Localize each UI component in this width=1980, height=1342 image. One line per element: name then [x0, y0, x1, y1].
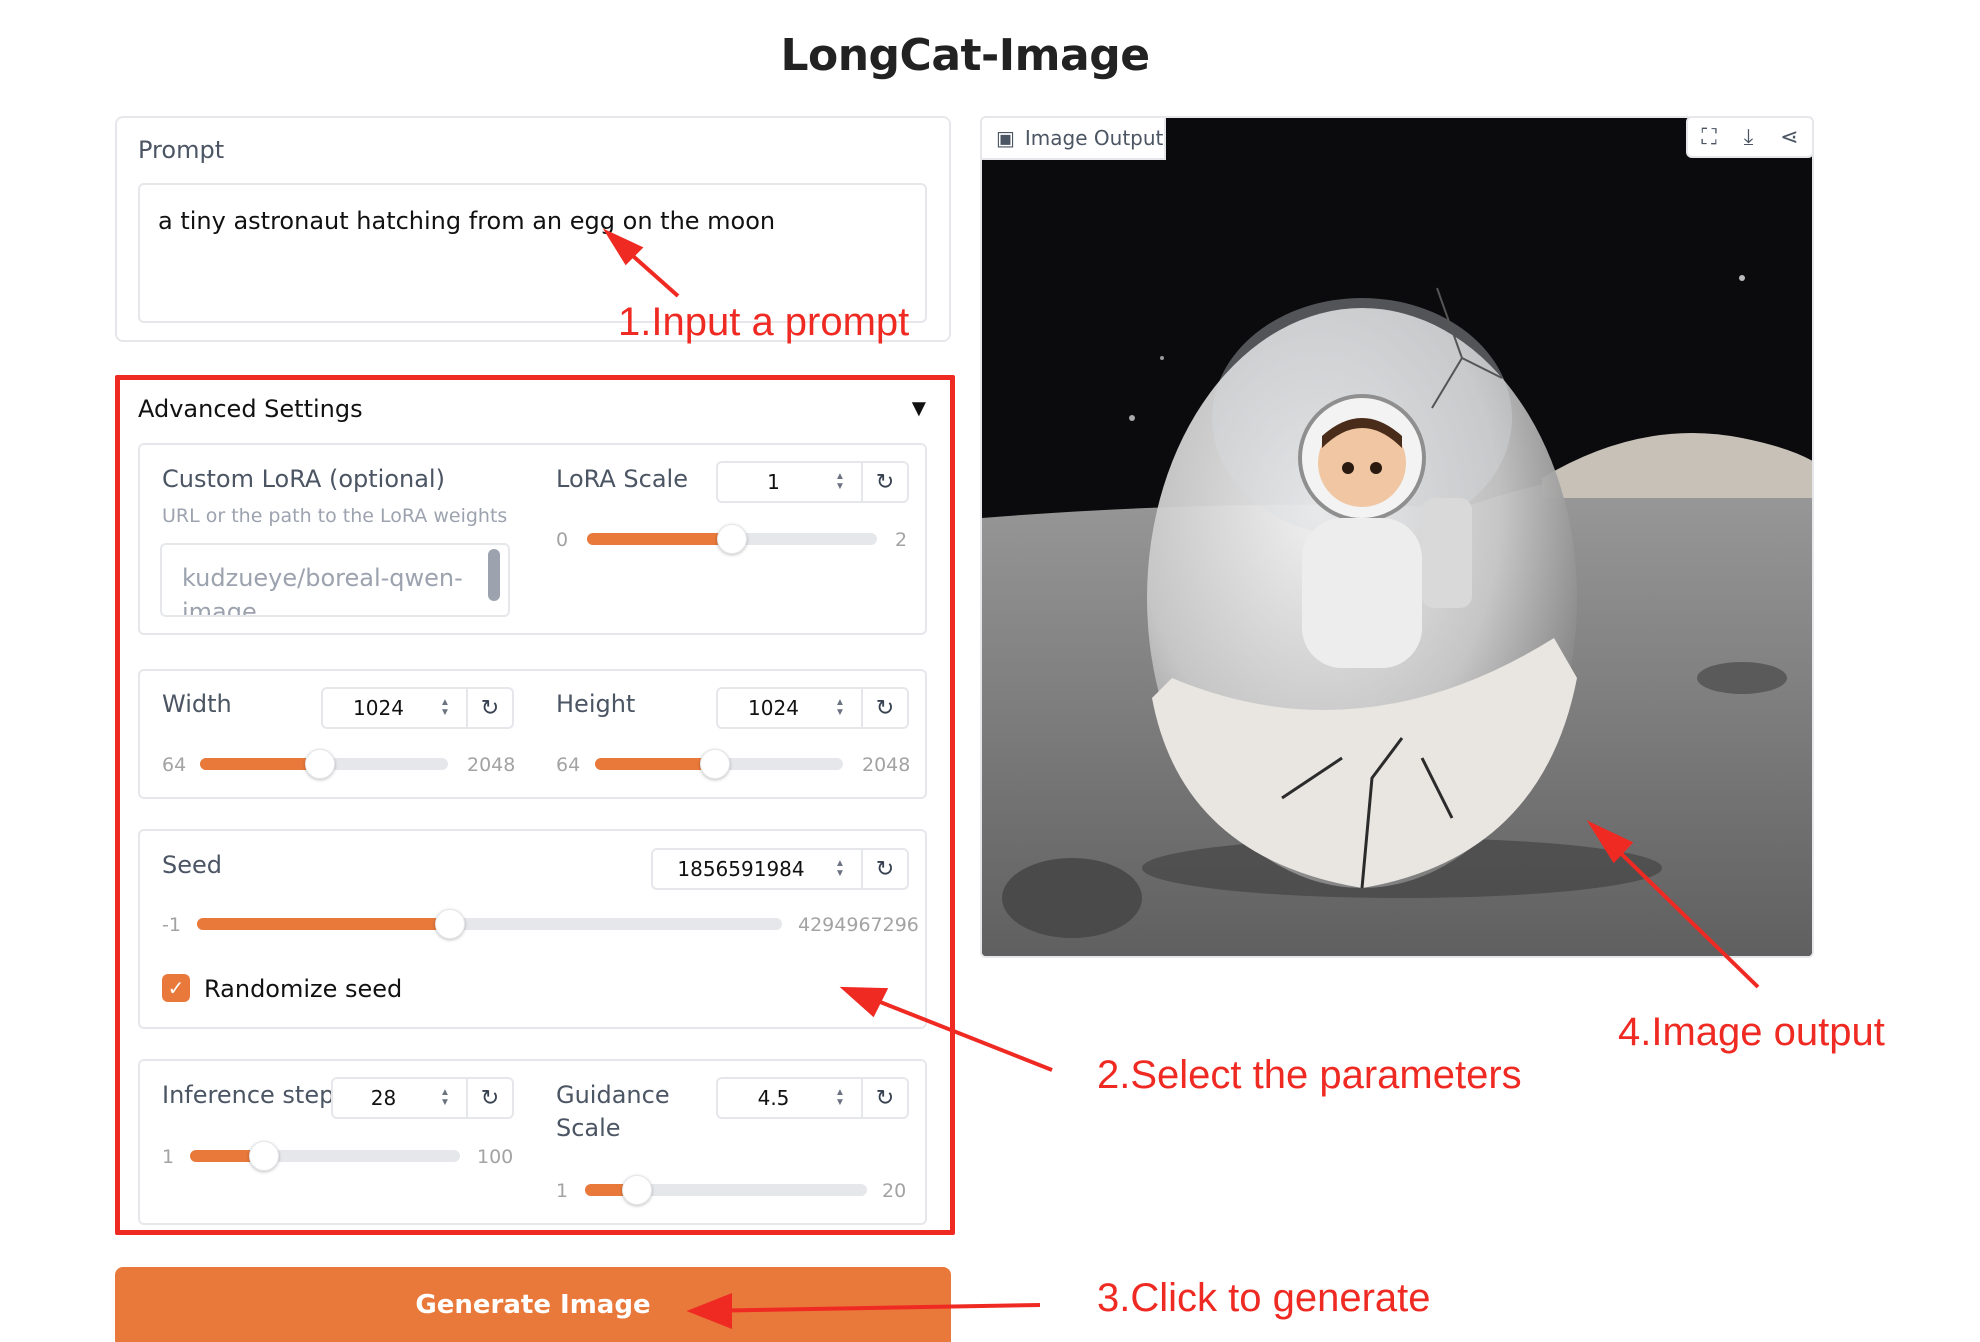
prompt-label: Prompt: [138, 136, 225, 164]
seed-label: Seed: [162, 851, 222, 879]
slider-thumb[interactable]: [248, 1141, 279, 1171]
width-max: 2048: [467, 754, 516, 776]
fullscreen-icon[interactable]: ⛶: [1701, 124, 1716, 150]
reset-icon[interactable]: ↻: [861, 1079, 907, 1117]
image-output: [980, 116, 1814, 958]
reset-icon[interactable]: ↻: [861, 463, 907, 501]
lora-input[interactable]: kudzueye/boreal-qwen-image: [160, 543, 510, 617]
lora-scale-number[interactable]: 1 ▲ ▼ ↻: [716, 461, 909, 503]
generated-image: [982, 118, 1812, 956]
lora-scale-value: 1: [767, 470, 780, 494]
spinner-icon[interactable]: ▲ ▼: [829, 472, 851, 492]
steps-min: 1: [162, 1146, 175, 1168]
steps-number[interactable]: 28 ▲ ▼ ↻: [331, 1077, 514, 1119]
width-value: 1024: [353, 696, 404, 720]
lora-scale-slider[interactable]: [587, 524, 877, 554]
image-output-tab: ▣ Image Output: [980, 116, 1166, 160]
image-output-label: Image Output: [1024, 126, 1164, 150]
reset-icon[interactable]: ↻: [466, 1079, 512, 1117]
slider-thumb[interactable]: [700, 749, 731, 779]
slider-fill: [197, 918, 450, 930]
height-value: 1024: [748, 696, 799, 720]
width-label: Width: [162, 690, 232, 718]
lora-scale-label: LoRA Scale: [556, 465, 688, 493]
image-toolbar: ⛶ ⤓ ⋖: [1686, 116, 1814, 158]
guidance-label-line1: Guidance: [556, 1081, 670, 1109]
seed-min: -1: [162, 914, 181, 936]
height-min: 64: [556, 754, 581, 776]
guidance-slider[interactable]: [585, 1175, 867, 1205]
reset-icon[interactable]: ↻: [861, 689, 907, 727]
randomize-seed-checkbox[interactable]: ✓: [162, 974, 190, 1002]
seed-number[interactable]: 1856591984 ▲ ▼ ↻: [651, 848, 909, 890]
app-title: LongCat-Image: [780, 30, 1150, 81]
spinner-icon[interactable]: ▲ ▼: [829, 859, 851, 879]
annotation-image-output: 4.Image output: [1618, 1010, 1885, 1054]
lora-scrollbar[interactable]: [488, 549, 500, 601]
width-slider[interactable]: [200, 749, 448, 779]
advanced-settings-title[interactable]: Advanced Settings: [138, 395, 363, 423]
steps-value: 28: [370, 1086, 397, 1110]
width-number[interactable]: 1024 ▲ ▼ ↻: [321, 687, 514, 729]
seed-max: 4294967296: [798, 914, 919, 936]
download-icon[interactable]: ⤓: [1744, 124, 1754, 150]
lora-label: Custom LoRA (optional): [162, 465, 445, 493]
guidance-label-line2: Scale: [556, 1114, 621, 1142]
annotation-click-generate: 3.Click to generate: [1097, 1276, 1431, 1320]
slider-fill: [595, 758, 716, 770]
share-icon[interactable]: ⋖: [1780, 124, 1798, 150]
height-slider[interactable]: [595, 749, 843, 779]
height-max: 2048: [862, 754, 911, 776]
spinner-icon[interactable]: ▲ ▼: [829, 698, 851, 718]
guidance-min: 1: [556, 1180, 569, 1202]
image-icon: ▣: [996, 126, 1015, 150]
width-min: 64: [162, 754, 187, 776]
annotation-select-parameters: 2.Select the parameters: [1097, 1053, 1522, 1097]
lora-scale-min: 0: [556, 529, 569, 551]
lora-info: URL or the path to the LoRA weights: [162, 505, 508, 527]
reset-icon[interactable]: ↻: [466, 689, 512, 727]
reset-icon[interactable]: ↻: [861, 850, 907, 888]
collapse-caret-icon[interactable]: ▼: [907, 395, 931, 423]
spinner-icon[interactable]: ▲ ▼: [829, 1088, 851, 1108]
slider-fill: [200, 758, 321, 770]
height-label: Height: [556, 690, 636, 718]
generate-image-button[interactable]: Generate Image: [115, 1267, 951, 1342]
annotation-input-prompt: 1.Input a prompt: [618, 300, 910, 344]
steps-slider[interactable]: [190, 1141, 460, 1171]
spinner-icon[interactable]: ▲ ▼: [434, 698, 456, 718]
seed-slider[interactable]: [197, 909, 782, 939]
height-number[interactable]: 1024 ▲ ▼ ↻: [716, 687, 909, 729]
guidance-max: 20: [882, 1180, 907, 1202]
lora-scale-max: 2: [895, 529, 908, 551]
slider-thumb[interactable]: [621, 1175, 652, 1205]
steps-max: 100: [477, 1146, 514, 1168]
guidance-value: 4.5: [757, 1086, 790, 1110]
steps-label: Inference steps: [162, 1081, 347, 1109]
spinner-icon[interactable]: ▲ ▼: [434, 1088, 456, 1108]
slider-thumb[interactable]: [717, 524, 747, 554]
guidance-number[interactable]: 4.5 ▲ ▼ ↻: [716, 1077, 909, 1119]
slider-fill: [587, 533, 732, 545]
randomize-seed-label[interactable]: Randomize seed: [204, 975, 402, 1003]
slider-thumb[interactable]: [434, 909, 465, 939]
seed-value: 1856591984: [677, 857, 805, 881]
slider-thumb[interactable]: [305, 749, 336, 779]
